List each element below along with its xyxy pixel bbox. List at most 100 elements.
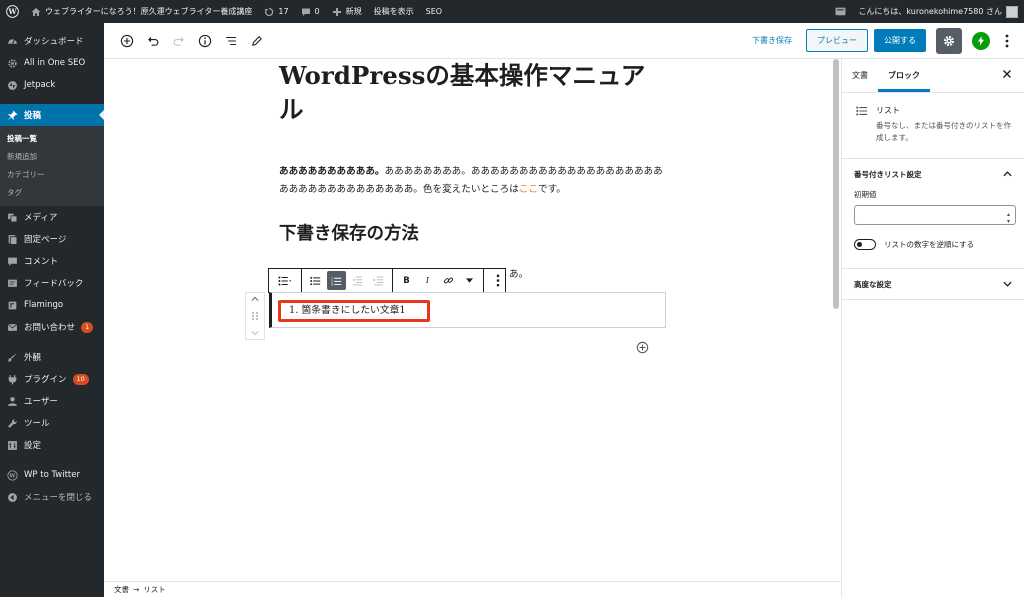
chevron-down-icon[interactable]: [251, 330, 259, 336]
outdent-icon: [352, 276, 363, 285]
tab-block[interactable]: ブロック: [878, 59, 930, 92]
italic-button[interactable]: I: [418, 271, 437, 290]
comments-link[interactable]: 0: [295, 0, 326, 23]
updates-link[interactable]: 17: [258, 0, 294, 23]
paintbrush-icon: [6, 351, 18, 363]
link-button[interactable]: [439, 271, 458, 290]
redo-icon[interactable]: [172, 34, 186, 48]
notification-icon[interactable]: [829, 0, 852, 23]
block-description: 番号なし、または番号付きのリストを作成します。: [876, 121, 1011, 142]
sidebar-item-posts[interactable]: 投稿: [0, 104, 104, 126]
partially-hidden-text: あ。: [509, 269, 529, 280]
my-account-link[interactable]: こんにちは、kuronekohime7580 さん: [852, 0, 1024, 23]
sidebar-item-pages[interactable]: 固定ページ: [0, 228, 104, 250]
updates-count: 17: [278, 7, 289, 16]
block-more-options-button[interactable]: [488, 271, 507, 290]
sidebar-item-dashboard[interactable]: ダッシュボード: [0, 30, 104, 52]
flamingo-icon: [6, 299, 18, 311]
submenu-tags[interactable]: タグ: [0, 184, 104, 202]
breadcrumb: 文書 → リスト: [104, 581, 841, 597]
block-type-switcher[interactable]: [273, 271, 297, 290]
chevron-up-icon[interactable]: [251, 296, 259, 302]
sidebar-item-all-in-one-seo[interactable]: All in One SEO: [0, 52, 104, 74]
spinner-arrows-icon[interactable]: ▴ ▾: [1007, 211, 1010, 225]
settings-icon: [6, 439, 18, 451]
preview-button[interactable]: プレビュー: [806, 29, 868, 52]
sidebar-item-plugins[interactable]: プラグイン 10: [0, 368, 104, 390]
contact-badge: 1: [81, 321, 94, 333]
list-icon: [278, 276, 292, 285]
submenu-add-new[interactable]: 新規追加: [0, 148, 104, 166]
post-title[interactable]: WordPressの基本操作マニュアル: [279, 59, 659, 127]
sidebar-item-flamingo[interactable]: Flamingo: [0, 294, 104, 316]
tab-document[interactable]: 文書: [842, 59, 878, 92]
ordered-list-settings-toggle[interactable]: 番号付きリスト設定: [854, 159, 1012, 189]
sidebar-item-settings[interactable]: 設定: [0, 434, 104, 456]
indent-button[interactable]: [369, 271, 388, 290]
add-block-icon: [636, 341, 649, 354]
outline-icon[interactable]: [224, 34, 238, 48]
scrollbar-thumb[interactable]: [833, 59, 839, 309]
jetpack-button[interactable]: [972, 31, 990, 50]
view-post-link[interactable]: 投稿を表示: [368, 0, 420, 23]
sidebar-item-jetpack[interactable]: Jetpack: [0, 74, 104, 96]
editor-scrollbar[interactable]: [831, 59, 841, 581]
sidebar-item-comments[interactable]: コメント: [0, 250, 104, 272]
save-draft-button[interactable]: 下書き保存: [744, 35, 800, 46]
publish-button[interactable]: 公開する: [874, 29, 926, 52]
advanced-settings-toggle[interactable]: 高度な設定: [854, 269, 1012, 299]
wordpress-logo-icon[interactable]: W: [0, 0, 25, 23]
feedback-icon: [6, 277, 18, 289]
block-inserter-button[interactable]: [636, 341, 649, 354]
seo-link[interactable]: SEO: [420, 0, 448, 23]
bold-button[interactable]: B: [397, 271, 416, 290]
greeting-text: こんにちは、kuronekohime7580 さん: [858, 7, 1002, 16]
sidebar-item-users[interactable]: ユーザー: [0, 390, 104, 412]
chevron-up-icon: [1003, 171, 1012, 177]
close-sidebar-button[interactable]: [1002, 69, 1014, 81]
toggle-knob: [857, 241, 862, 247]
site-name-link[interactable]: ウェブライターになろう！原久運ウェブライター養成講座: [25, 0, 258, 23]
more-options-button[interactable]: [1000, 34, 1014, 48]
add-block-icon[interactable]: [120, 34, 134, 48]
submenu-categories[interactable]: カテゴリー: [0, 166, 104, 184]
reverse-order-toggle[interactable]: [854, 239, 876, 250]
drag-handle-icon[interactable]: [252, 312, 258, 320]
admin-sidebar: ダッシュボード All in One SEO Jetpack 投稿 投稿一覧 新…: [0, 23, 104, 597]
heading-block[interactable]: 下書き保存の方法: [279, 220, 659, 248]
undo-icon[interactable]: [146, 34, 160, 48]
jetpack-icon: [6, 79, 18, 91]
unordered-list-button[interactable]: [306, 271, 325, 290]
new-content-link[interactable]: 新規: [326, 0, 368, 23]
sidebar-item-wp-to-twitter[interactable]: W WP to Twitter: [0, 464, 104, 486]
gear-icon: [943, 35, 955, 46]
breadcrumb-list[interactable]: リスト: [143, 584, 166, 595]
sidebar-item-appearance[interactable]: 外観: [0, 346, 104, 368]
list-item[interactable]: 1. 箇条書きにしたい文章1: [289, 304, 406, 318]
info-icon[interactable]: [198, 34, 212, 48]
ordered-list-button[interactable]: 123: [327, 271, 346, 290]
breadcrumb-document[interactable]: 文書: [114, 584, 129, 595]
outdent-button[interactable]: [348, 271, 367, 290]
collapse-icon: [6, 491, 18, 503]
paragraph-block[interactable]: ああああああああああ。ああああああああ。ああああああああああああああああああああ…: [279, 163, 669, 199]
sidebar-item-media[interactable]: メディア: [0, 206, 104, 228]
more-formats-button[interactable]: [460, 271, 479, 290]
sidebar-item-feedback[interactable]: フィードバック: [0, 272, 104, 294]
sidebar-item-tools[interactable]: ツール: [0, 412, 104, 434]
more-vertical-icon: [1005, 34, 1009, 47]
sidebar-item-contact[interactable]: お問い合わせ 1: [0, 316, 104, 338]
para-link[interactable]: ここ: [519, 184, 538, 195]
svg-text:3: 3: [331, 282, 333, 285]
collapse-menu-button[interactable]: メニューを閉じる: [0, 486, 104, 508]
wordpress-logo-icon: W: [6, 469, 18, 481]
edit-pencil-icon[interactable]: [250, 34, 264, 48]
submenu-all-posts[interactable]: 投稿一覧: [0, 130, 104, 148]
block-mover: [245, 292, 265, 340]
list-icon: [856, 105, 868, 117]
settings-gear-button[interactable]: [936, 27, 962, 54]
comments-count: 0: [314, 7, 320, 16]
start-value-input[interactable]: ▴ ▾: [854, 205, 1016, 225]
pin-icon: [6, 109, 18, 121]
editor-canvas: WordPressの基本操作マニュアル ああああああああああ。ああああああああ。…: [104, 59, 831, 581]
